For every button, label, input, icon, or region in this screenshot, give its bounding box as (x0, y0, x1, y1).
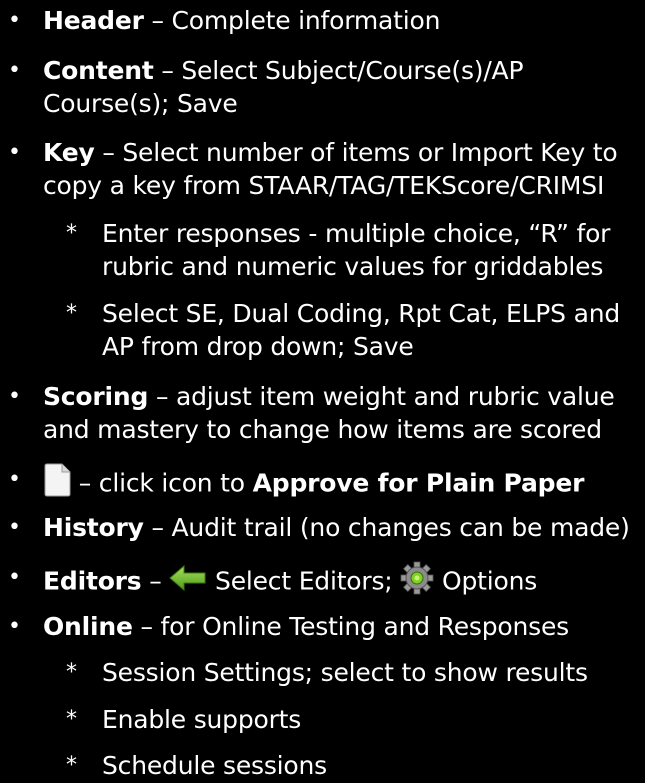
bullet-list: • Header – Complete information • Conten… (0, 0, 645, 780)
bullet: • (8, 140, 21, 165)
online-label: Online (43, 612, 133, 641)
bullet: • (8, 565, 21, 590)
header-text: – Complete information (143, 6, 441, 35)
sub-text: Enable supports (102, 705, 302, 734)
history-text: – Audit trail (no changes can be made) (143, 513, 630, 542)
document-icon[interactable] (43, 463, 71, 506)
scoring-text-line2: and mastery to change how items are scor… (43, 415, 602, 444)
sub-text: Schedule sessions (102, 751, 327, 780)
key-text-line1: – Select number of items or Import Key t… (94, 138, 618, 167)
sub-bullet: * (66, 753, 77, 778)
editors-dash: – (141, 566, 170, 596)
content-label: Content (43, 56, 154, 85)
key-label: Key (43, 138, 95, 167)
approve-text: – click icon to (71, 468, 253, 498)
gear-icon[interactable] (400, 561, 434, 604)
options-text: Options (434, 566, 538, 596)
scoring-text-line1: – adjust item weight and rubric value (148, 382, 615, 411)
sub-text-line2: AP from drop down; Save (102, 332, 414, 361)
bullet: • (8, 614, 21, 639)
bullet: • (8, 8, 21, 33)
bullet: • (8, 58, 21, 83)
sub-bullet: * (66, 660, 77, 685)
sub-text: Session Settings; select to show results (102, 658, 588, 687)
header-label: Header (43, 6, 144, 35)
approve-label: Approve for Plain Paper (252, 468, 585, 498)
scoring-label: Scoring (43, 382, 149, 411)
sub-text-line2: rubric and numeric values for griddables (102, 252, 604, 281)
sub-bullet: * (66, 221, 77, 246)
editors-text: Select Editors; (207, 566, 401, 596)
content-text-line1: – Select Subject/Course(s)/AP (153, 56, 524, 85)
sub-text-line1: Enter responses - multiple choice, “R” f… (102, 219, 611, 248)
key-text-line2: copy a key from STAAR/TAG/TEKScore/CRIMS… (43, 171, 605, 200)
sub-text-line1: Select SE, Dual Coding, Rpt Cat, ELPS an… (102, 299, 621, 328)
online-text: – for Online Testing and Responses (132, 612, 569, 641)
bullet: • (8, 467, 21, 492)
sub-bullet: * (66, 301, 77, 326)
bullet: • (8, 384, 21, 409)
bullet: • (8, 515, 21, 540)
history-label: History (43, 513, 144, 542)
content-text-line2: Course(s); Save (43, 89, 238, 118)
editors-label: Editors (43, 566, 142, 596)
green-arrow-icon[interactable] (169, 564, 207, 601)
sub-bullet: * (66, 707, 77, 732)
